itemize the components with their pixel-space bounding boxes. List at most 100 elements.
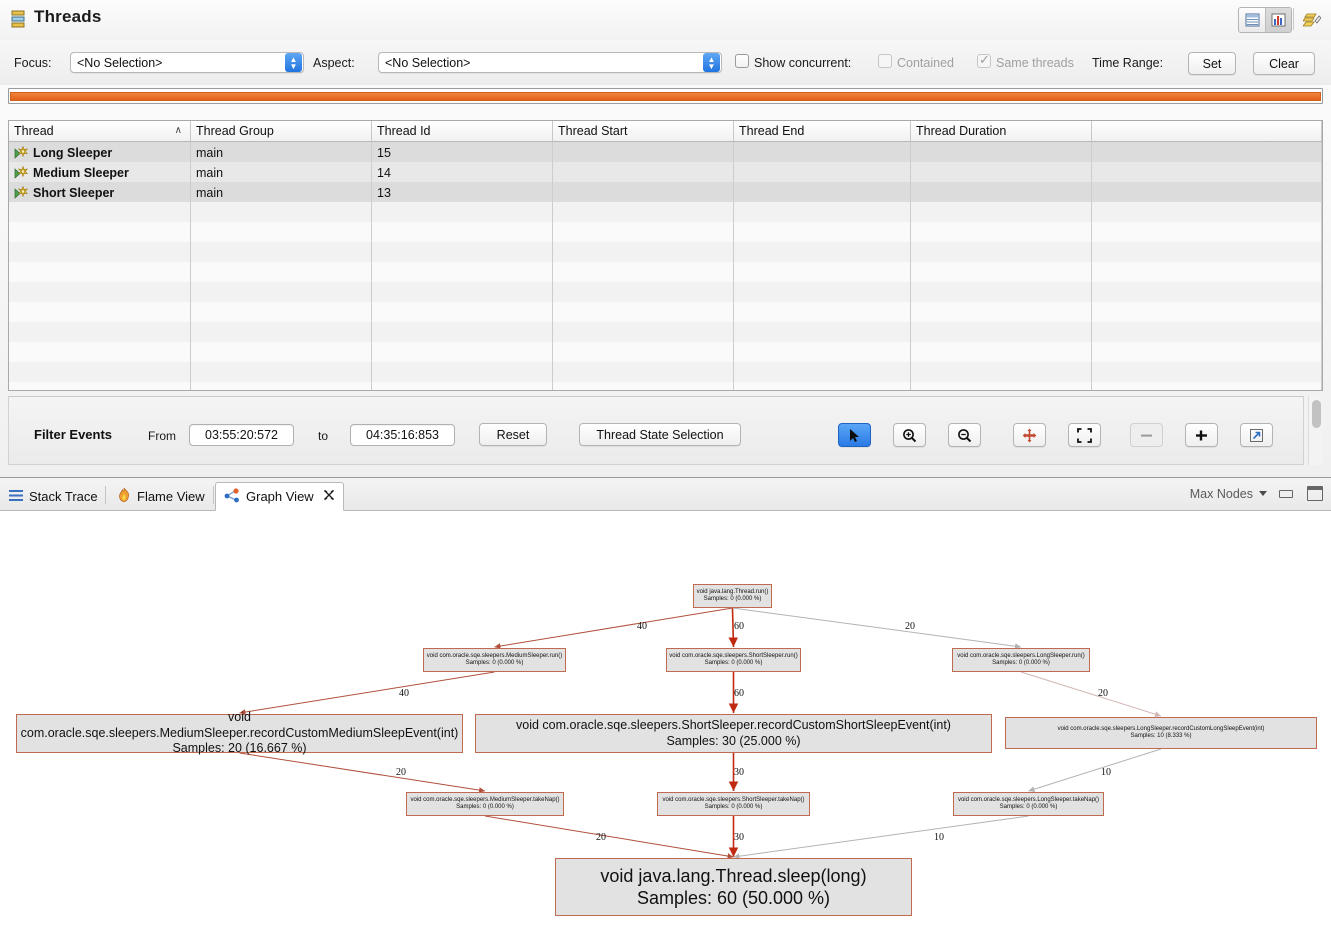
call-graph-canvas[interactable]: void java.lang.Thread.run()Samples: 0 (0… [0,511,1331,936]
graph-node[interactable]: void com.oracle.sqe.sleepers.ShortSleepe… [666,648,801,672]
table-cell [372,322,553,342]
graph-edge-weight: 60 [734,688,744,699]
pan-tool[interactable] [1013,423,1046,447]
table-column-header[interactable]: Thread End [734,121,911,141]
table-cell [1092,202,1322,222]
timeline-strip[interactable] [8,88,1323,104]
graph-node[interactable]: void com.oracle.sqe.sleepers.ShortSleepe… [475,714,992,753]
table-cell [734,202,911,222]
table-cell [734,242,911,262]
show-concurrent-checkbox[interactable] [735,54,749,68]
graph-node-samples: Samples: 30 (25.000 %) [666,734,800,750]
collapse-tool[interactable] [1130,423,1163,447]
minimize-icon[interactable] [1279,490,1293,498]
graph-node[interactable]: void com.oracle.sqe.sleepers.LongSleeper… [953,792,1104,816]
graph-node[interactable]: void com.oracle.sqe.sleepers.LongSleeper… [1005,717,1317,749]
table-cell [734,142,911,162]
table-cell [734,362,911,382]
tab-flame-view[interactable]: Flame View [108,482,213,511]
chevron-down-icon[interactable] [1259,491,1267,496]
table-cell [1092,222,1322,242]
graph-node-method: void com.oracle.sqe.sleepers.LongSleeper… [1058,726,1265,734]
table-view-icon[interactable] [1239,8,1265,32]
expand-tool[interactable] [1185,423,1218,447]
table-cell [191,382,372,391]
select-cursor-tool[interactable] [838,423,871,447]
table-cell [553,302,734,322]
zoom-out-tool[interactable] [948,423,981,447]
table-cell [911,282,1092,302]
to-time-input[interactable]: 04:35:16:853 [350,424,455,446]
from-time-input[interactable]: 03:55:20:572 [189,424,294,446]
popout-tool[interactable] [1240,423,1273,447]
graph-node[interactable]: void com.oracle.sqe.sleepers.MediumSleep… [423,648,566,672]
thread-state-selection-button[interactable]: Thread State Selection [579,423,741,446]
table-column-header[interactable]: Thread∧ [9,121,191,141]
graph-node[interactable]: void com.oracle.sqe.sleepers.MediumSleep… [16,714,463,753]
chart-view-icon[interactable] [1265,8,1291,32]
table-row[interactable]: Long Sleepermain15 [9,142,1322,162]
scrollbar-thumb[interactable] [1312,400,1321,428]
table-column-header[interactable]: Thread Id [372,121,553,141]
table-cell [372,262,553,282]
table-row[interactable]: Short Sleepermain13 [9,182,1322,202]
graph-node[interactable]: void com.oracle.sqe.sleepers.MediumSleep… [406,792,564,816]
aspect-select[interactable]: <No Selection> ▲▼ [378,52,722,73]
table-cell [553,182,734,202]
table-cell [191,322,372,342]
table-row-empty [9,202,1322,222]
table-cell [553,142,734,162]
graph-node-samples: Samples: 0 (0.000 %) [704,596,762,604]
table-cell [191,222,372,242]
zoom-in-tool[interactable] [893,423,926,447]
table-cell [911,262,1092,282]
focus-select[interactable]: <No Selection> ▲▼ [70,52,304,73]
graph-node-method: void java.lang.Thread.sleep(long) [600,865,866,888]
graph-node[interactable]: void java.lang.Thread.sleep(long)Samples… [555,858,912,916]
graph-node[interactable]: void com.oracle.sqe.sleepers.ShortSleepe… [657,792,810,816]
graph-edge-weight: 40 [637,621,647,632]
table-row-empty [9,382,1322,391]
table-column-header[interactable]: Thread Duration [911,121,1092,141]
table-cell [911,142,1092,162]
filter-vertical-scrollbar[interactable] [1308,396,1323,465]
timeline-range-bar[interactable] [10,92,1321,101]
table-cell [1092,342,1322,362]
tab-divider [213,486,214,504]
reset-button[interactable]: Reset [479,423,547,446]
table-cell [911,362,1092,382]
graph-node[interactable]: void com.oracle.sqe.sleepers.LongSleeper… [952,648,1090,672]
fit-tool[interactable] [1068,423,1101,447]
thread-table[interactable]: Thread∧Thread GroupThread IdThread Start… [8,120,1323,391]
table-cell [9,342,191,362]
filter-events-bar: Filter Events From 03:55:20:572 to 04:35… [8,396,1304,465]
table-body: Long Sleepermain15Medium Sleepermain14Sh… [9,142,1322,391]
max-nodes-label[interactable]: Max Nodes [1190,487,1253,501]
table-row-empty [9,302,1322,322]
pencil-edit-icon[interactable] [1300,8,1323,31]
table-cell: main [191,162,372,182]
maximize-icon[interactable] [1307,486,1323,501]
table-cell [372,342,553,362]
graph-edge [485,816,734,857]
close-icon[interactable] [323,489,335,504]
tab-stack-trace[interactable]: Stack Trace [0,482,106,511]
set-button[interactable]: Set [1188,52,1236,75]
table-column-header[interactable] [1092,121,1322,141]
graph-node[interactable]: void java.lang.Thread.run()Samples: 0 (0… [693,584,772,608]
same-threads-checkbox [977,54,991,68]
graph-node-method: void com.oracle.sqe.sleepers.ShortSleepe… [516,718,951,734]
graph-edge-weight: 30 [734,832,744,843]
tab-graph-view[interactable]: Graph View [215,482,344,511]
graph-edge-weight: 20 [596,832,606,843]
table-column-header[interactable]: Thread Group [191,121,372,141]
table-row[interactable]: Medium Sleepermain14 [9,162,1322,182]
table-cell [191,342,372,362]
graph-edge [1021,672,1161,716]
table-cell [372,382,553,391]
table-row-empty [9,242,1322,262]
table-row-empty [9,262,1322,282]
table-column-header[interactable]: Thread Start [553,121,734,141]
table-cell [734,322,911,342]
clear-button[interactable]: Clear [1253,52,1315,75]
